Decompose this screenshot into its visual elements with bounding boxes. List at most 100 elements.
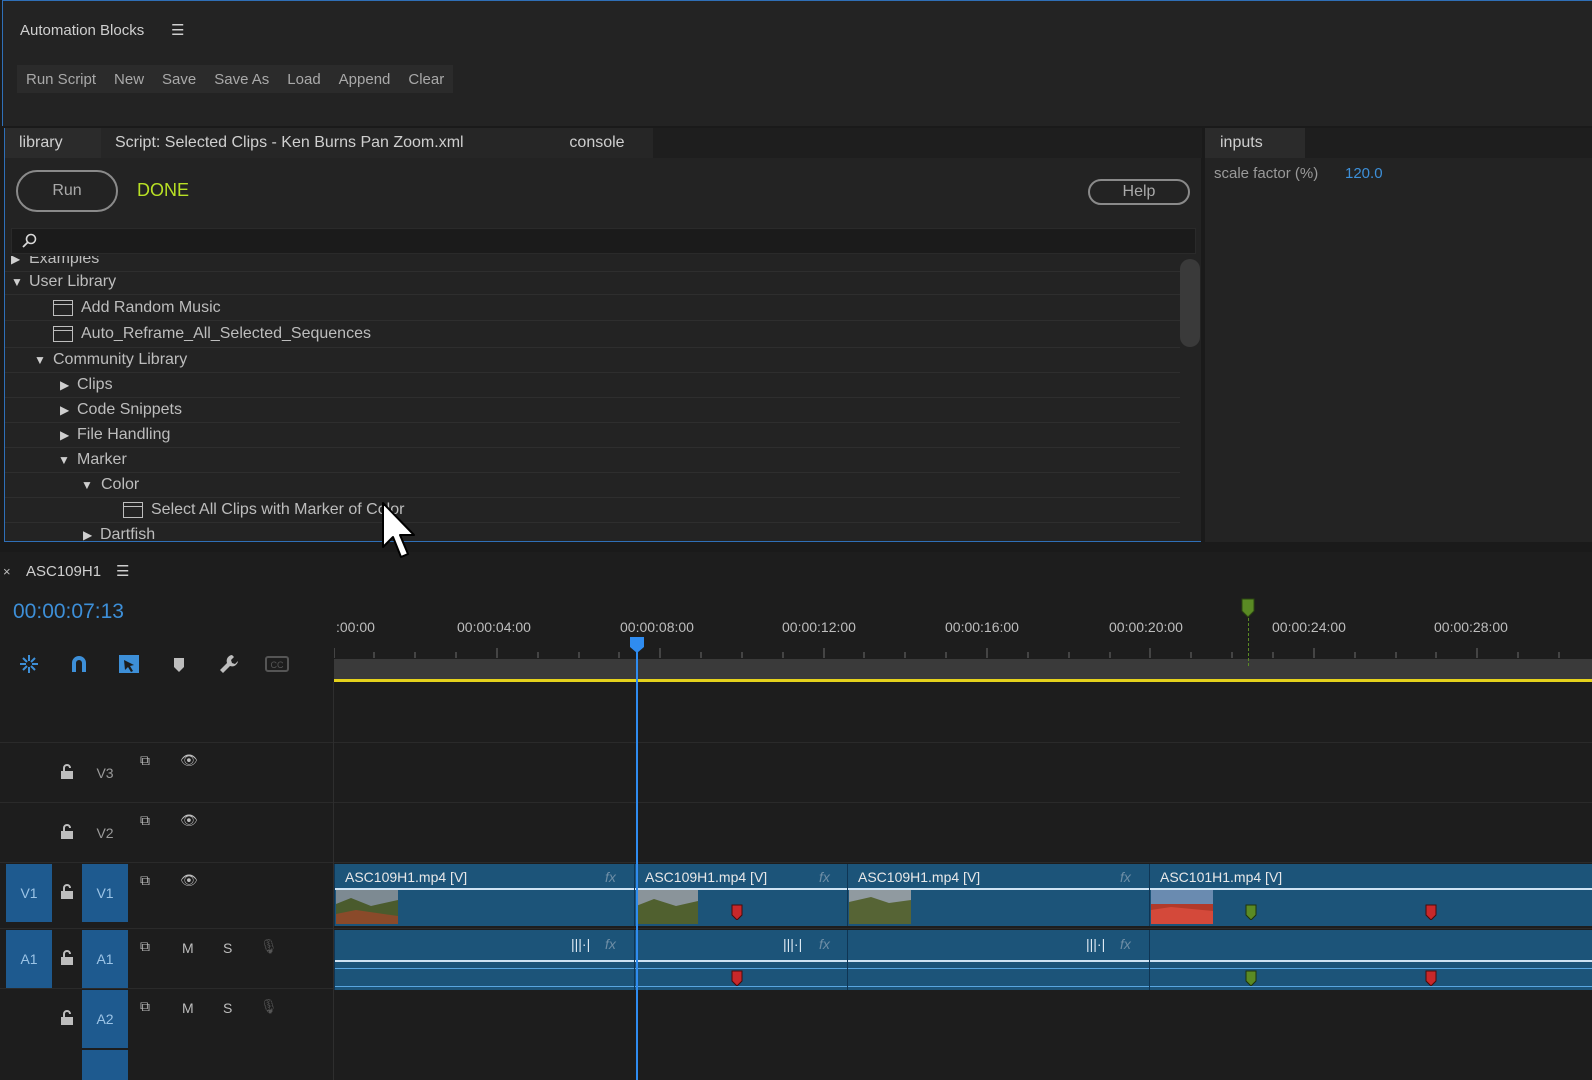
track-label-v2[interactable]: V2: [82, 804, 128, 862]
fx-badge[interactable]: fx: [1120, 869, 1131, 885]
track-target-a1[interactable]: A1: [82, 930, 128, 988]
track-target-v1[interactable]: V1: [82, 864, 128, 922]
playhead-timecode[interactable]: 00:00:07:13: [13, 600, 124, 624]
volume-line[interactable]: [335, 968, 634, 969]
help-button[interactable]: Help: [1088, 179, 1190, 205]
solo-button[interactable]: S: [223, 940, 232, 956]
menu-new[interactable]: New: [105, 71, 153, 88]
volume-line[interactable]: [1150, 968, 1592, 969]
tree-item-dartfish[interactable]: ▶ Dartfish: [5, 523, 1180, 541]
panel-menu-icon[interactable]: ☰: [171, 21, 184, 39]
clip-marker-green[interactable]: [1245, 904, 1257, 920]
playhead-line[interactable]: [636, 640, 638, 1080]
lock-icon[interactable]: [60, 1010, 74, 1026]
volume-line[interactable]: [635, 968, 847, 969]
close-icon[interactable]: ×: [3, 564, 11, 579]
audio-clip[interactable]: |||·| fx: [634, 930, 847, 990]
audio-clip[interactable]: [1149, 930, 1592, 990]
source-patch-a1[interactable]: A1: [6, 930, 52, 988]
solo-button[interactable]: S: [223, 1000, 232, 1016]
ruler-ticks: [334, 648, 1560, 658]
tree-item-community-library[interactable]: ▼ Community Library: [5, 348, 1180, 373]
tree-item-select-all-clips-marker-color[interactable]: Select All Clips with Marker of Color: [5, 498, 1180, 523]
tab-inputs[interactable]: inputs: [1205, 128, 1305, 158]
volume-line[interactable]: [848, 986, 1149, 987]
playhead-handle[interactable]: [629, 636, 645, 654]
tab-script[interactable]: Script: Selected Clips - Ken Burns Pan Z…: [101, 128, 541, 158]
clip-marker-green[interactable]: [1245, 970, 1257, 986]
sync-lock-icon[interactable]: ⧉: [140, 998, 150, 1015]
clip-marker-red[interactable]: [1425, 904, 1437, 920]
tree-item-auto-reframe[interactable]: Auto_Reframe_All_Selected_Sequences: [5, 321, 1180, 348]
tree-item-file-handling[interactable]: ▶ File Handling: [5, 423, 1180, 448]
wrench-icon[interactable]: [217, 652, 241, 676]
lock-icon[interactable]: [60, 764, 74, 780]
sync-lock-icon[interactable]: ⧉: [140, 752, 150, 769]
video-clip[interactable]: ASC109H1.mp4 [V] fx: [634, 864, 847, 926]
mute-button[interactable]: M: [182, 940, 194, 956]
video-clip[interactable]: ASC109H1.mp4 [V] fx: [334, 864, 634, 926]
eye-icon[interactable]: 👁: [180, 812, 198, 829]
clip-marker-red[interactable]: [731, 904, 743, 920]
lock-icon[interactable]: [60, 950, 74, 966]
lock-icon[interactable]: [60, 824, 74, 840]
sync-lock-icon[interactable]: ⧉: [140, 938, 150, 955]
search-icon: [22, 233, 37, 248]
fx-badge[interactable]: fx: [819, 936, 830, 952]
nest-icon[interactable]: [17, 652, 41, 676]
scale-factor-value[interactable]: 120.0: [1345, 165, 1383, 182]
volume-line[interactable]: [635, 986, 847, 987]
audio-clip[interactable]: |||·| fx: [334, 930, 634, 990]
menu-save[interactable]: Save: [153, 71, 205, 88]
microphone-icon[interactable]: 🎙: [260, 938, 278, 955]
tab-console[interactable]: console: [541, 128, 653, 158]
audio-clip[interactable]: |||·| fx: [847, 930, 1149, 990]
track-target-a3[interactable]: [82, 1050, 128, 1080]
clip-marker-red[interactable]: [1425, 970, 1437, 986]
fx-badge[interactable]: fx: [605, 936, 616, 952]
eye-icon[interactable]: 👁: [180, 752, 198, 769]
sync-lock-icon[interactable]: ⧉: [140, 872, 150, 889]
video-clip[interactable]: ASC109H1.mp4 [V] fx: [847, 864, 1149, 926]
menu-run-script[interactable]: Run Script: [17, 71, 105, 88]
library-scrollbar[interactable]: [1180, 259, 1200, 347]
captions-icon[interactable]: CC: [265, 652, 289, 676]
time-ruler[interactable]: :00:00 00:00:04:00 00:00:08:00 00:00:12:…: [334, 598, 1592, 682]
linked-selection-icon[interactable]: [117, 652, 141, 676]
menu-load[interactable]: Load: [278, 71, 329, 88]
clip-marker-red[interactable]: [731, 970, 743, 986]
sequence-menu-icon[interactable]: ☰: [116, 562, 129, 580]
eye-icon[interactable]: 👁: [180, 872, 198, 889]
tree-item-add-random-music[interactable]: Add Random Music: [5, 295, 1180, 321]
track-target-a2[interactable]: A2: [82, 990, 128, 1048]
microphone-icon[interactable]: 🎙: [260, 998, 278, 1015]
tree-item-marker[interactable]: ▼ Marker: [5, 448, 1180, 473]
video-clip[interactable]: ASC101H1.mp4 [V]: [1149, 864, 1592, 926]
menu-save-as[interactable]: Save As: [205, 71, 278, 88]
sequence-tab[interactable]: ASC109H1: [26, 563, 101, 580]
mute-button[interactable]: M: [182, 1000, 194, 1016]
sequence-marker-green[interactable]: [1241, 598, 1255, 618]
volume-line[interactable]: [848, 968, 1149, 969]
fx-badge[interactable]: fx: [1120, 936, 1131, 952]
tree-item-color[interactable]: ▼ Color: [5, 473, 1180, 498]
tab-library[interactable]: library: [5, 128, 101, 158]
volume-line[interactable]: [335, 986, 634, 987]
tree-item-code-snippets[interactable]: ▶ Code Snippets: [5, 398, 1180, 423]
run-button[interactable]: Run: [16, 170, 118, 212]
fx-badge[interactable]: fx: [819, 869, 830, 885]
menu-clear[interactable]: Clear: [399, 71, 453, 88]
volume-line[interactable]: [1150, 986, 1592, 987]
work-area-bar[interactable]: [334, 659, 1592, 679]
tree-item-clips[interactable]: ▶ Clips: [5, 373, 1180, 398]
track-label-v3[interactable]: V3: [82, 744, 128, 802]
lock-icon[interactable]: [60, 884, 74, 900]
fx-badge[interactable]: fx: [605, 869, 616, 885]
sync-lock-icon[interactable]: ⧉: [140, 812, 150, 829]
add-marker-icon[interactable]: [167, 652, 191, 676]
library-search-input[interactable]: [11, 228, 1196, 254]
tree-item-user-library[interactable]: ▼ User Library: [5, 270, 1180, 295]
menu-append[interactable]: Append: [330, 71, 400, 88]
source-patch-v1[interactable]: V1: [6, 864, 52, 922]
snap-icon[interactable]: [67, 652, 91, 676]
